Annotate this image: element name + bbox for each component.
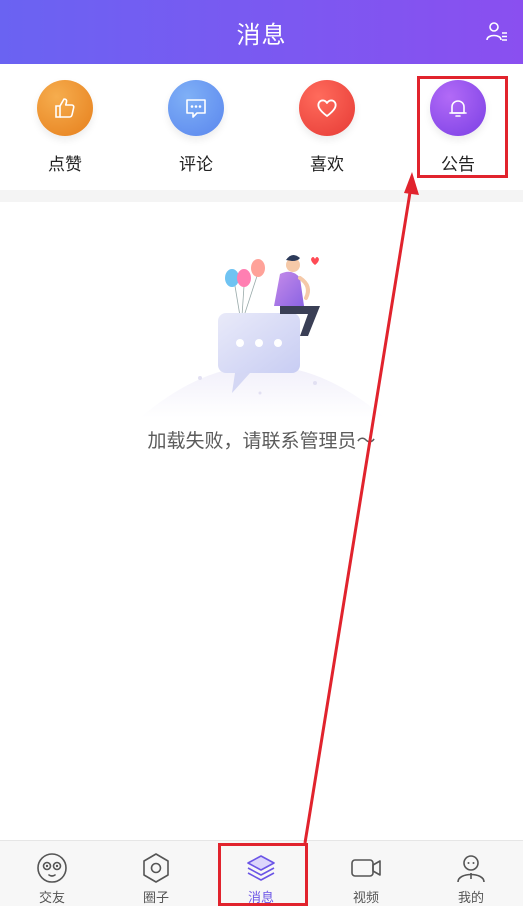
section-divider — [0, 190, 523, 202]
nav-circles-label: 圈子 — [142, 891, 169, 906]
favorites-button[interactable]: 喜欢 — [267, 80, 387, 180]
nav-video[interactable]: 视频 — [314, 841, 418, 906]
likes-label: 点赞 — [48, 155, 82, 175]
favorites-label: 喜欢 — [310, 155, 344, 175]
nav-video-label: 视频 — [352, 891, 379, 906]
app-screen: 消息 点赞 评论 喜欢 公告 加载失败，请联系管理员～ 交友 圈子 消息 视频 … — [0, 0, 523, 906]
nav-profile-label: 我的 — [457, 891, 484, 906]
top-bar: 消息 — [0, 0, 523, 64]
thumbs-up-icon — [37, 80, 93, 136]
page-title: 消息 — [236, 20, 287, 49]
video-icon — [351, 859, 381, 877]
messages-tab-highlight-box — [218, 843, 308, 906]
comment-icon — [168, 80, 224, 136]
nav-circles[interactable]: 圈子 — [104, 841, 208, 906]
heart-icon — [299, 80, 355, 136]
empty-state-message: 加载失败，请联系管理员～ — [147, 430, 376, 452]
nav-friends-label: 交友 — [38, 891, 65, 906]
user-list-icon[interactable] — [485, 20, 509, 44]
profile-icon — [457, 855, 485, 883]
circle-icon — [143, 853, 169, 883]
likes-button[interactable]: 点赞 — [5, 80, 125, 180]
empty-state-illustration — [140, 248, 385, 428]
nav-profile[interactable]: 我的 — [419, 841, 523, 906]
nav-friends[interactable]: 交友 — [0, 841, 104, 906]
comments-label: 评论 — [179, 155, 213, 175]
announcement-highlight-box — [417, 76, 508, 178]
comments-button[interactable]: 评论 — [136, 80, 256, 180]
friends-icon — [37, 853, 67, 883]
